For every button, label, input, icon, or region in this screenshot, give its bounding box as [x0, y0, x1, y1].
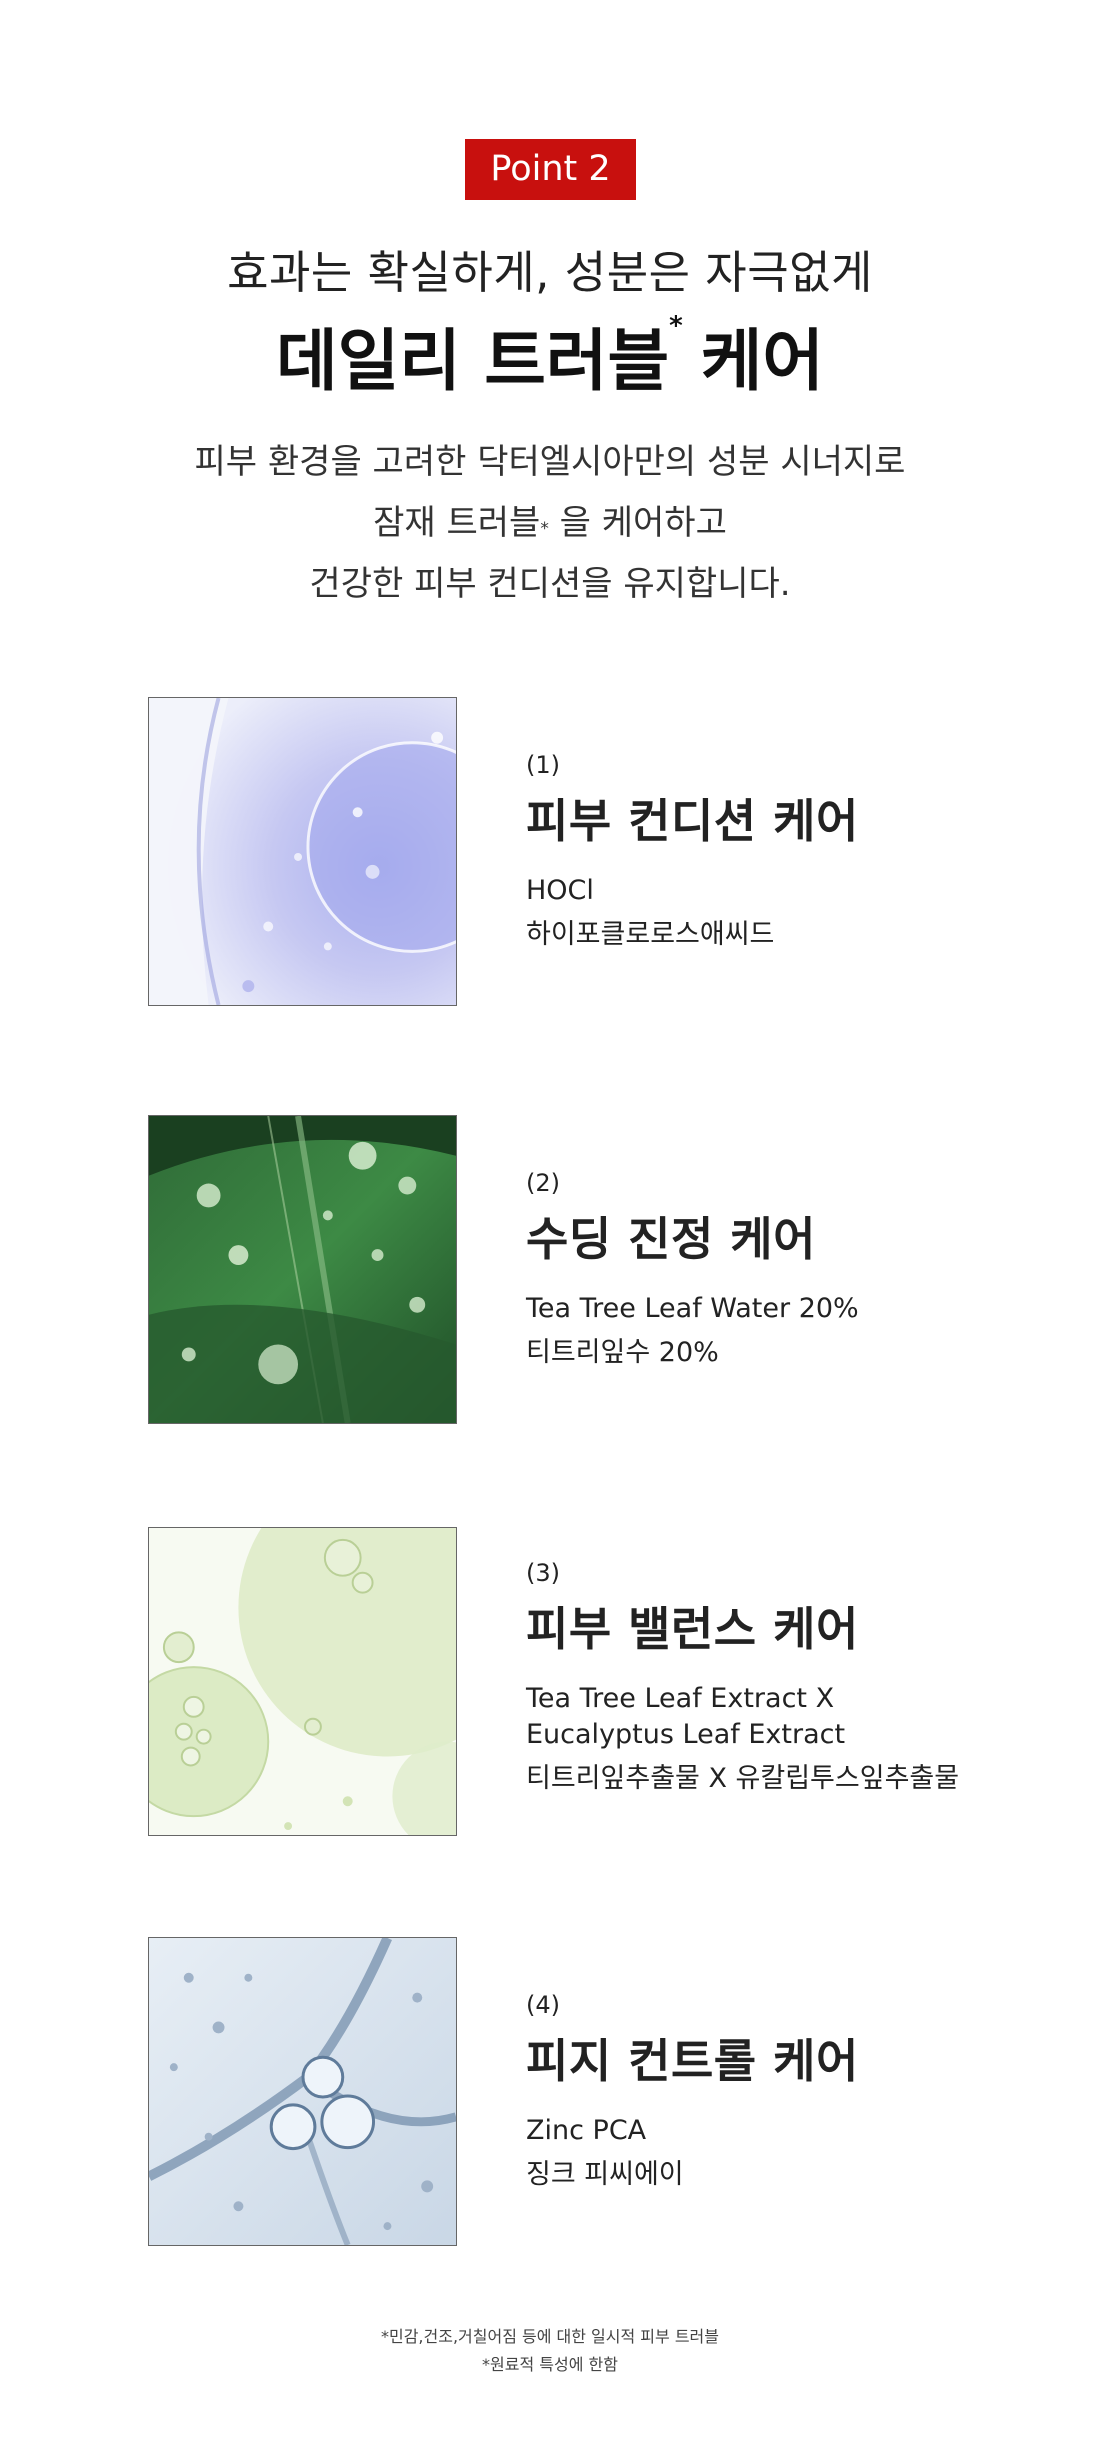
description-line-2-pre: 잠재 트러블 [373, 503, 541, 543]
green-leaf-illustration [149, 1116, 456, 1423]
ingredient-text-4: (4) 피지 컨트롤 케어 Zinc PCA 징크 피씨에이 [526, 1991, 859, 2193]
item-ingredient-en: Tea Tree Leaf Water 20% [526, 1293, 859, 1324]
title-asterisk: * [669, 311, 683, 341]
description-asterisk: * [540, 519, 549, 539]
item-number: (2) [526, 1169, 560, 1197]
description-line-3: 건강한 피부 컨디션을 유지합니다. [309, 564, 791, 604]
item-name: 피지 컨트롤 케어 [526, 2034, 859, 2088]
footnote-1: *민감,건조,거칠어짐 등에 대한 일시적 피부 트러블 [380, 2327, 719, 2346]
item-number: (1) [526, 751, 560, 779]
item-ingredient-en-line-2: Eucalyptus Leaf Extract [526, 1719, 846, 1750]
item-ingredient-en-1: Tea Tree Leaf Extract X Eucalyptus Leaf … [526, 1681, 959, 1753]
ingredient-item-3: (3) 피부 밸런스 케어 Tea Tree Leaf Extract X Eu… [0, 1527, 1100, 1837]
blue-gel-drop-illustration [149, 698, 456, 1005]
item-number: (3) [526, 1559, 560, 1587]
title-tail: 케어 [700, 322, 825, 400]
item-ingredient-ko: 티트리잎추출물 X 유칼립투스잎추출물 [526, 1763, 960, 1794]
footnote-2: *원료적 특성에 한함 [482, 2355, 618, 2374]
item-number: (4) [526, 1991, 560, 2019]
item-ingredient-en: Zinc PCA [526, 2115, 647, 2146]
point-badge: Point 2 [465, 139, 636, 200]
green-oil-bubbles-image [148, 1527, 457, 1836]
item-name: 수딩 진정 케어 [526, 1212, 816, 1266]
ingredient-item-4: (4) 피지 컨트롤 케어 Zinc PCA 징크 피씨에이 [0, 1937, 1100, 2247]
clear-gel-bubbles-image [148, 1937, 457, 2246]
ingredient-text-2: (2) 수딩 진정 케어 Tea Tree Leaf Water 20% 티트리… [526, 1169, 859, 1371]
title-main: 데일리 트러블 [275, 322, 670, 400]
ingredient-text-3: (3) 피부 밸런스 케어 Tea Tree Leaf Extract X Eu… [526, 1559, 959, 1797]
blue-gel-drop-image [148, 697, 457, 1006]
green-bubbles-illustration [149, 1528, 456, 1835]
item-ingredient-ko: 티트리잎수 20% [526, 1337, 719, 1368]
item-ingredient-ko: 하이포클로로스애씨드 [526, 919, 775, 950]
item-ingredient-ko: 징크 피씨에이 [526, 2159, 684, 2190]
item-name: 피부 밸런스 케어 [526, 1602, 859, 1656]
green-leaf-water-drops-image [148, 1115, 457, 1424]
description-line-2: 잠재 트러블* 을 케어하고 [0, 493, 1100, 554]
item-name: 피부 컨디션 케어 [526, 794, 859, 848]
ingredient-text-1: (1) 피부 컨디션 케어 HOCl 하이포클로로스애씨드 [526, 751, 859, 953]
clear-gel-illustration [149, 1938, 456, 2245]
item-ingredient-en: HOCl [526, 875, 594, 906]
section-subtitle: 효과는 확실하게, 성분은 자극없게 [227, 246, 873, 299]
description-line-2-post: 을 케어하고 [548, 503, 727, 543]
footnotes: *민감,건조,거칠어짐 등에 대한 일시적 피부 트러블 *원료적 특성에 한함 [0, 2323, 1100, 2379]
section-description: 피부 환경을 고려한 닥터엘시아만의 성분 시너지로 잠재 트러블* 을 케어하… [0, 432, 1100, 615]
section-title: 데일리 트러블* 케어 [0, 307, 1100, 404]
ingredient-item-1: (1) 피부 컨디션 케어 HOCl 하이포클로로스애씨드 [0, 697, 1100, 1007]
description-line-1: 피부 환경을 고려한 닥터엘시아만의 성분 시너지로 [194, 442, 906, 482]
ingredient-item-2: (2) 수딩 진정 케어 Tea Tree Leaf Water 20% 티트리… [0, 1115, 1100, 1425]
item-ingredient-en-line-1: Tea Tree Leaf Extract X [526, 1683, 835, 1714]
